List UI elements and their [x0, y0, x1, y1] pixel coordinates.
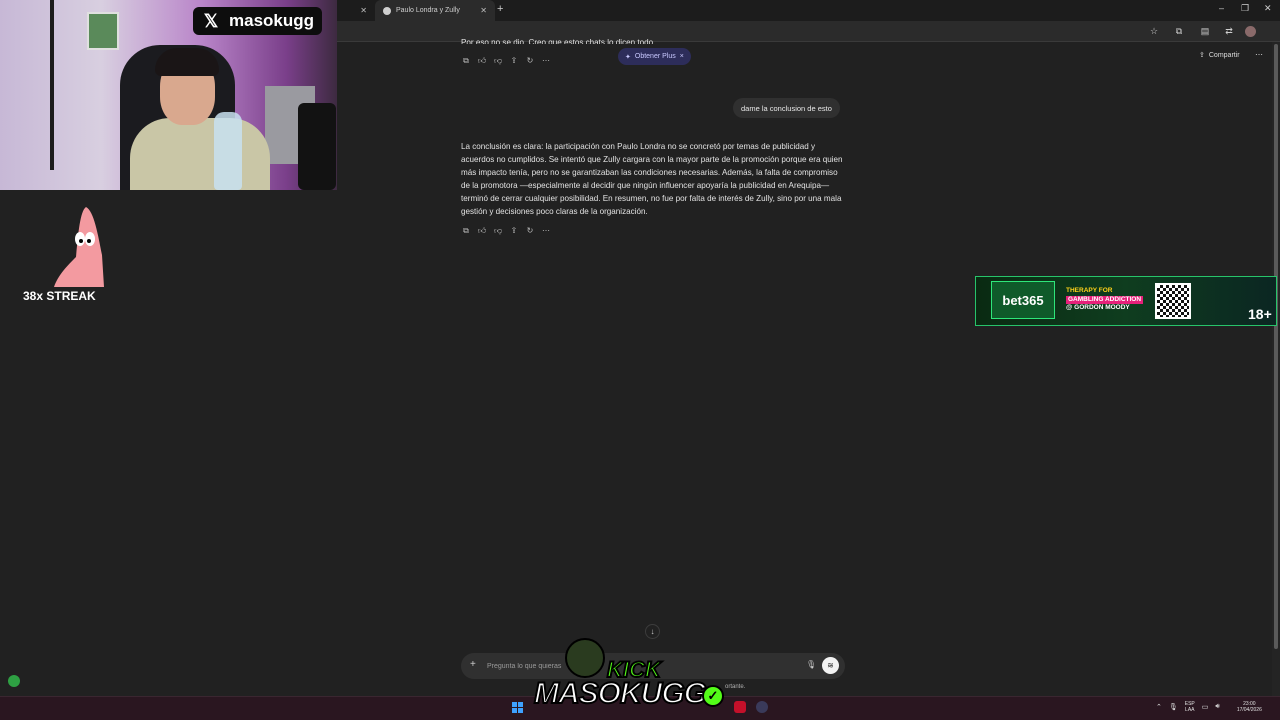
patrick-star-icon: [54, 207, 104, 287]
youtube-app-icon[interactable]: [734, 701, 746, 713]
water-bottle: [214, 112, 242, 190]
x-handle: masokugg: [229, 11, 315, 30]
share-button[interactable]: ⇪ Compartir: [1199, 51, 1240, 60]
maximize-button[interactable]: ❐: [1241, 3, 1249, 14]
windows-start-icon[interactable]: [512, 702, 523, 713]
share-label: Compartir: [1208, 51, 1240, 59]
scroll-to-bottom-button[interactable]: ↓: [645, 624, 660, 639]
age-rating: 18+: [1248, 306, 1272, 322]
language-indicator[interactable]: ESP LAA: [1185, 701, 1195, 713]
bookmark-star-icon[interactable]: ☆: [1148, 25, 1160, 37]
previous-message-fragment: Por eso no se dio. Creo que estos chats …: [461, 38, 656, 44]
new-tab-button[interactable]: +: [497, 3, 503, 15]
conversation-options-button[interactable]: ⋯: [1255, 50, 1263, 59]
sparkle-icon: ✦: [625, 53, 631, 61]
kick-mascot-icon: [565, 638, 605, 678]
network-icon[interactable]: ▭: [1202, 703, 1209, 711]
x-logo-icon: 𝕏: [203, 11, 219, 31]
system-tray: ⌃ 🎙︎ ESP LAA ▭ 🔊︎ 23:00 17/04/2026: [1156, 701, 1262, 713]
message-actions: ⧉ 👍︎ 👎︎ ⇪ ↻ ⋯: [461, 226, 551, 236]
close-window-button[interactable]: ✕: [1264, 3, 1272, 14]
more-icon[interactable]: ⋯: [541, 56, 551, 66]
ad-text: THERAPY FOR GAMBLING ADDICTION @ GORDON …: [1066, 287, 1150, 312]
close-icon[interactable]: ×: [680, 53, 684, 60]
clock[interactable]: 23:00 17/04/2026: [1237, 701, 1262, 713]
chevron-up-icon[interactable]: ⌃: [1156, 703, 1162, 711]
tab-close-icon[interactable]: ✕: [480, 6, 487, 15]
tab-close-icon[interactable]: ✕: [360, 6, 367, 15]
prompt-input[interactable]: [487, 660, 567, 672]
streamer-shirt: [130, 118, 270, 190]
microphone-icon[interactable]: 🎙︎: [1169, 703, 1178, 711]
thumbs-up-icon[interactable]: 👍︎: [477, 226, 487, 236]
ad-brand-logo: bet365: [991, 281, 1055, 319]
get-plus-label: Obtener Plus: [634, 53, 676, 60]
chatgpt-favicon-icon: [383, 6, 391, 15]
wall-poster: [87, 12, 119, 50]
verified-check-icon: ✓: [702, 685, 724, 707]
ad-line-1: THERAPY FOR: [1066, 287, 1113, 294]
obs-app-icon[interactable]: [756, 701, 768, 713]
streamer-hair: [155, 48, 219, 76]
lamp-pole: [50, 0, 54, 170]
share-icon[interactable]: ⇪: [509, 226, 519, 236]
thumbs-down-icon[interactable]: 👎︎: [493, 56, 503, 66]
ad-line-2: GAMBLING ADDICTION: [1066, 296, 1144, 304]
browser-tab-active[interactable]: Paulo Londra y Zully ✕: [375, 0, 495, 21]
more-icon[interactable]: ⋯: [541, 226, 551, 236]
microphone-icon[interactable]: 🎙︎: [806, 660, 816, 669]
profile-avatar[interactable]: [1245, 26, 1256, 37]
extensions-icon[interactable]: ⧉: [1173, 25, 1185, 37]
thumbs-down-icon[interactable]: 👎︎: [493, 226, 503, 236]
assistant-message: La conclusión es clara: la participación…: [461, 142, 843, 216]
qr-code: [1155, 283, 1191, 319]
keyboard-layout: LAA: [1185, 707, 1195, 713]
attach-plus-icon[interactable]: +: [470, 659, 476, 670]
tab-title: Paulo Londra y Zully: [396, 7, 460, 14]
user-message-bubble: dame la conclusion de esto: [733, 98, 840, 118]
user-message-text: dame la conclusion de esto: [741, 103, 832, 113]
ad-line-3: @ GORDON MOODY: [1066, 304, 1130, 311]
regenerate-icon[interactable]: ↻: [525, 226, 535, 236]
volume-icon[interactable]: 🔊︎: [1215, 703, 1219, 711]
streak-counter: 38x STREAK: [23, 289, 96, 303]
sidebar-icon[interactable]: ▤: [1199, 25, 1211, 37]
minimize-button[interactable]: –: [1219, 3, 1224, 13]
share-icon: ⇪: [1199, 52, 1205, 59]
status-dot-icon: [8, 675, 20, 687]
voice-mode-button[interactable]: ≋: [822, 657, 839, 674]
disclaimer-text: ortante.: [725, 684, 746, 690]
copy-icon[interactable]: ⧉: [461, 226, 471, 236]
get-plus-button[interactable]: ✦ Obtener Plus ×: [618, 48, 691, 65]
cast-icon[interactable]: ⇄: [1223, 25, 1235, 37]
thumbs-up-icon[interactable]: 👍︎: [477, 56, 487, 66]
copy-icon[interactable]: ⧉: [461, 56, 471, 66]
share-icon[interactable]: ⇪: [509, 56, 519, 66]
clock-date: 17/04/2026: [1236, 707, 1262, 713]
regenerate-icon[interactable]: ↻: [525, 56, 535, 66]
tower-speaker: [298, 103, 336, 190]
scrollbar-thumb[interactable]: [1274, 44, 1278, 649]
kick-channel-name: MASOKUGG: [533, 676, 708, 711]
x-handle-badge: 𝕏 masokugg: [193, 7, 323, 35]
message-actions: ⧉ 👍︎ 👎︎ ⇪ ↻ ⋯: [461, 56, 551, 66]
